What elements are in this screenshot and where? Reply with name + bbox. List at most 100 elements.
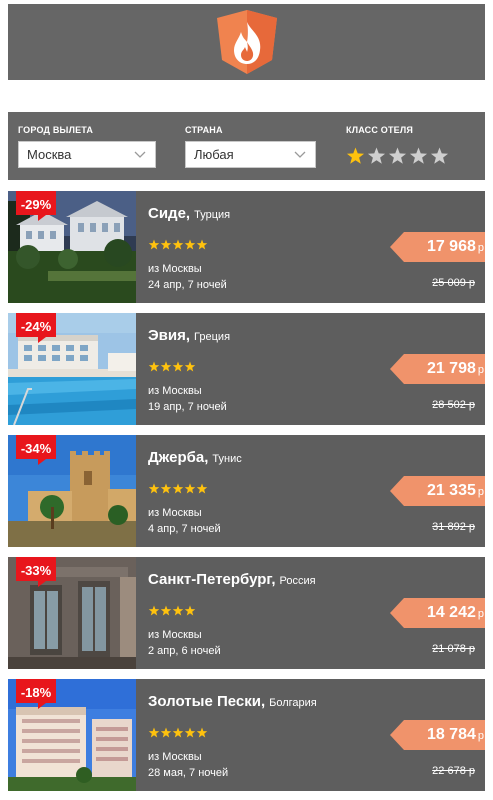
star-icon (148, 483, 160, 494)
city-label: ГОРОД ВЫЛЕТА (18, 125, 94, 135)
star-icon (160, 605, 172, 616)
star-icon (196, 727, 208, 738)
discount-text: -29% (20, 197, 52, 212)
header (8, 4, 485, 80)
destination-name: Санкт-Петербург, (148, 571, 276, 588)
search-filters: ГОРОД ВЫЛЕТА Москва СТРАНА Любая КЛАСС О… (8, 112, 485, 180)
hotel-stars (148, 725, 208, 738)
star-icon (160, 239, 172, 250)
star-icon (148, 605, 160, 616)
discount-text: -33% (20, 563, 52, 578)
trip-dates: 4 апр, 7 ночей (148, 523, 221, 535)
price: 17 968 р (404, 238, 484, 256)
star-icon (148, 239, 160, 250)
star-icon (172, 239, 184, 250)
departure-city: из Москвы (148, 385, 202, 397)
hotel-class-rating[interactable] (346, 147, 451, 170)
price-currency: р (477, 486, 484, 498)
price: 18 784 р (404, 726, 484, 744)
chevron-down-icon (134, 151, 146, 158)
offer-card[interactable]: -29% Сиде, Турция из Москвы 24 апр, 7 ноче… (8, 191, 485, 303)
price-value: 18 784 (426, 726, 476, 743)
departure-info: из Москвы 2 апр, 6 ночей (148, 627, 221, 659)
old-price: 25 009 р (432, 277, 475, 289)
price-value: 14 242 (426, 604, 476, 621)
destination-title[interactable]: Эвия, Греция (148, 327, 230, 344)
price-currency: р (477, 242, 484, 254)
star-icon[interactable] (409, 147, 428, 165)
departure-city: из Москвы (148, 751, 202, 763)
destination-title[interactable]: Джерба, Тунис (148, 449, 242, 466)
discount-text: -34% (20, 441, 52, 456)
star-icon (184, 361, 196, 372)
star-icon (160, 361, 172, 372)
hotel-class-label: КЛАСС ОТЕЛЯ (346, 125, 414, 135)
destination-name: Эвия, (148, 327, 191, 344)
offer-card[interactable]: -33% Санкт-Петербург, Россия из Москвы 2 а… (8, 557, 485, 669)
old-price: 31 892 р (432, 521, 475, 533)
country-value: Любая (194, 147, 234, 162)
star-icon (172, 605, 184, 616)
old-price: 21 078 р (432, 643, 475, 655)
trip-dates: 2 апр, 6 ночей (148, 645, 221, 657)
destination-title[interactable]: Санкт-Петербург, Россия (148, 571, 316, 588)
star-icon (196, 483, 208, 494)
city-value: Москва (27, 147, 72, 162)
country-label: СТРАНА (185, 125, 223, 135)
price: 14 242 р (404, 604, 484, 622)
star-icon (184, 727, 196, 738)
star-icon (160, 483, 172, 494)
hotel-stars (148, 481, 208, 494)
star-icon[interactable] (430, 147, 449, 165)
offer-card[interactable]: -24% Эвия, Греция из Москвы 19 апр, 7 ноче… (8, 313, 485, 425)
destination-name: Золотые Пески, (148, 693, 266, 710)
offer-card[interactable]: -34% Джерба, Тунис из Москвы 4 апр, 7 ноче… (8, 435, 485, 547)
hotel-stars (148, 237, 208, 250)
hotel-stars (148, 603, 196, 616)
star-icon (172, 361, 184, 372)
country-select[interactable]: Любая (185, 141, 316, 168)
star-icon (184, 605, 196, 616)
price-currency: р (477, 730, 484, 742)
price-currency: р (477, 364, 484, 376)
price: 21 798 р (404, 360, 484, 378)
star-icon (172, 727, 184, 738)
destination-country: Турция (194, 209, 231, 221)
departure-info: из Москвы 19 апр, 7 ночей (148, 383, 227, 415)
departure-info: из Москвы 28 мая, 7 ночей (148, 749, 228, 781)
destination-country: Болгария (269, 697, 317, 709)
price-value: 17 968 (426, 238, 476, 255)
departure-city: из Москвы (148, 507, 202, 519)
star-icon[interactable] (346, 147, 365, 165)
old-price: 22 678 р (432, 765, 475, 777)
star-icon (196, 239, 208, 250)
star-icon (160, 727, 172, 738)
chevron-down-icon (294, 151, 306, 158)
discount-text: -24% (20, 319, 52, 334)
price-value: 21 798 (426, 360, 476, 377)
destination-title[interactable]: Сиде, Турция (148, 205, 230, 222)
departure-info: из Москвы 24 апр, 7 ночей (148, 261, 227, 293)
flame-shield-icon[interactable] (215, 9, 279, 75)
price-value: 21 335 (426, 482, 476, 499)
star-icon[interactable] (367, 147, 386, 165)
offer-card[interactable]: -18% Золотые Пески, Болгария из Москвы 28 … (8, 679, 485, 791)
star-icon (148, 361, 160, 372)
destination-country: Тунис (212, 453, 242, 465)
destination-title[interactable]: Золотые Пески, Болгария (148, 693, 317, 710)
hotel-stars (148, 359, 196, 372)
city-select[interactable]: Москва (18, 141, 156, 168)
old-price: 28 502 р (432, 399, 475, 411)
price-currency: р (477, 608, 484, 620)
departure-city: из Москвы (148, 263, 202, 275)
destination-name: Джерба, (148, 449, 209, 466)
destination-name: Сиде, (148, 205, 191, 222)
departure-city: из Москвы (148, 629, 202, 641)
price: 21 335 р (404, 482, 484, 500)
departure-info: из Москвы 4 апр, 7 ночей (148, 505, 221, 537)
discount-text: -18% (20, 685, 52, 700)
destination-country: Греция (194, 331, 231, 343)
star-icon (172, 483, 184, 494)
star-icon[interactable] (388, 147, 407, 165)
destination-country: Россия (279, 575, 316, 587)
